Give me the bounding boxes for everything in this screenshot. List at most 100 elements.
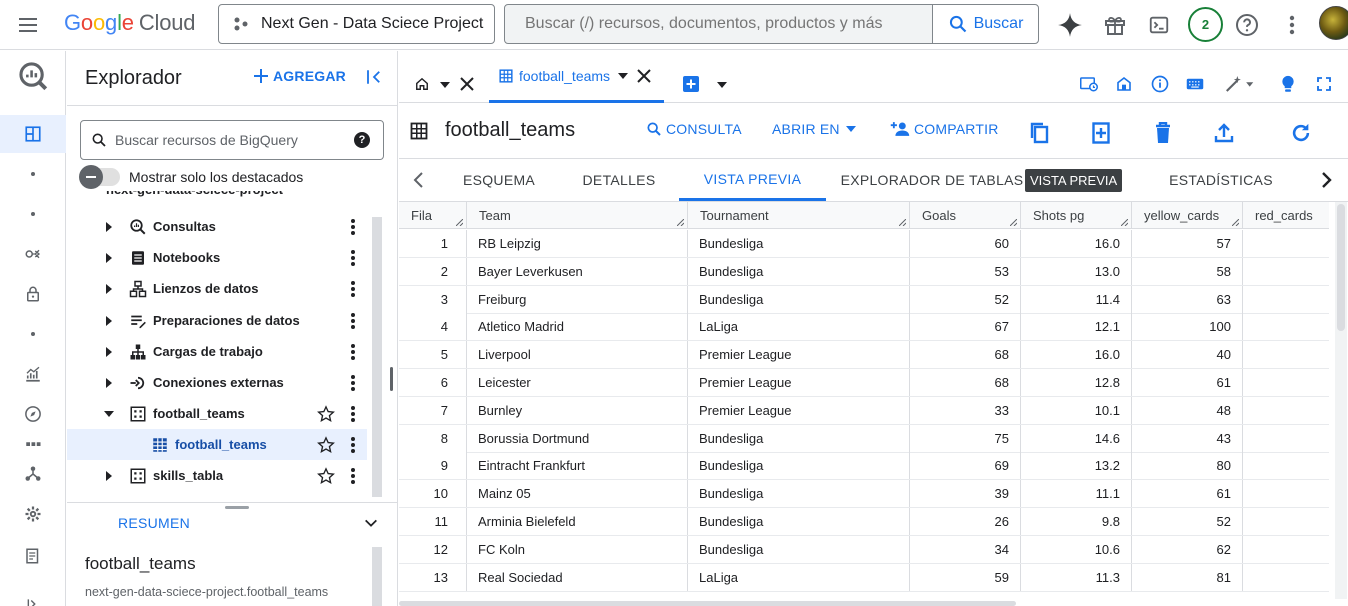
close-home-tab-icon[interactable]	[460, 77, 474, 91]
summary-scrollbar[interactable]	[372, 547, 382, 606]
share-button[interactable]: COMPARTIR	[890, 121, 999, 137]
table-cell-team[interactable]: RB Leipzig	[467, 230, 688, 257]
lightbulb-icon[interactable]	[1278, 74, 1298, 94]
snapshot-icon[interactable]	[1088, 120, 1114, 146]
table-cell-team[interactable]: Eintracht Frankfurt	[467, 452, 688, 480]
table-row[interactable]: 8 Borussia Dortmund Bundesliga 75 14.6 43	[399, 424, 1329, 453]
nav-dot[interactable]	[0, 155, 66, 193]
collapse-panel-icon[interactable]	[365, 68, 383, 86]
keyboard-icon[interactable]	[1185, 74, 1205, 94]
table-row[interactable]: 10 Mainz 05 Bundesliga 39 11.1 61	[399, 480, 1329, 509]
tab-explorador-de-tablas[interactable]: EXPLORADOR DE TABLAS	[841, 159, 1024, 201]
caret-right-icon[interactable]	[103, 315, 115, 327]
gemini-sparkle-icon[interactable]	[1056, 11, 1084, 39]
tab-resumen[interactable]: RESUMEN	[67, 503, 241, 543]
grid-icon[interactable]	[0, 431, 66, 453]
project-picker[interactable]: Next Gen - Data Sciece Project	[218, 4, 495, 44]
table-cell-yellow[interactable]: 58	[1132, 257, 1243, 285]
table-cell-empty[interactable]	[1243, 286, 1329, 313]
more-vert-icon[interactable]	[350, 249, 356, 267]
panel-resize-grip[interactable]	[390, 367, 393, 391]
copy-icon[interactable]	[1026, 120, 1052, 146]
table-cell-n[interactable]: 12	[399, 535, 467, 563]
more-vert-icon[interactable]	[350, 405, 356, 423]
cloud-shell-icon[interactable]	[1145, 11, 1173, 39]
table-cell-empty[interactable]	[1243, 480, 1329, 507]
tab-menu-icon[interactable]	[618, 72, 629, 79]
pipeline-icon[interactable]	[0, 235, 66, 273]
resize-grip-icon[interactable]	[456, 219, 463, 226]
menu-icon[interactable]	[16, 13, 40, 37]
table-vertical-scrollbar[interactable]	[1335, 202, 1347, 599]
table-cell-n[interactable]: 13	[399, 563, 467, 591]
table-cell-empty[interactable]	[1243, 313, 1329, 340]
caret-right-icon[interactable]	[103, 252, 115, 264]
table-cell-n[interactable]: 9	[399, 452, 467, 480]
home-dropdown-icon[interactable]	[440, 82, 450, 88]
table-cell-yellow[interactable]: 40	[1132, 341, 1243, 369]
table-cell-goals[interactable]: 69	[910, 452, 1021, 480]
magic-wand-icon[interactable]	[1222, 74, 1258, 94]
delete-icon[interactable]	[1150, 120, 1176, 146]
chevron-right-icon[interactable]	[1316, 170, 1336, 190]
new-tab-icon[interactable]	[683, 76, 699, 92]
table-cell-n[interactable]: 3	[399, 285, 467, 313]
tab-esquema[interactable]: ESQUEMA	[450, 159, 548, 201]
table-cell-shots[interactable]: 11.4	[1021, 285, 1132, 313]
info-icon[interactable]	[1150, 74, 1170, 94]
table-cell-shots[interactable]: 16.0	[1021, 230, 1132, 257]
table-cell-team[interactable]: Real Sociedad	[467, 563, 688, 591]
table-cell-n[interactable]: 5	[399, 341, 467, 369]
column-header[interactable]: yellow_cards	[1132, 202, 1243, 229]
new-tab-dropdown-icon[interactable]	[717, 82, 727, 88]
star-icon[interactable]	[317, 404, 335, 423]
table-cell-yellow[interactable]: 43	[1132, 424, 1243, 452]
table-cell-tournament[interactable]: Bundesliga	[688, 535, 910, 563]
table-cell-empty[interactable]	[1243, 564, 1329, 591]
table-cell-team[interactable]: Burnley	[467, 396, 688, 424]
search-button[interactable]: Buscar	[932, 5, 1038, 43]
table-cell-team[interactable]: Atletico Madrid	[467, 313, 688, 341]
star-icon[interactable]	[317, 435, 335, 454]
more-vert-icon[interactable]	[1278, 11, 1306, 39]
table-cell-n[interactable]: 1	[399, 230, 467, 257]
table-cell-yellow[interactable]: 100	[1132, 313, 1243, 341]
table-cell-goals[interactable]: 33	[910, 396, 1021, 424]
export-icon[interactable]	[1211, 120, 1237, 146]
expand-icon[interactable]	[0, 585, 66, 606]
table-cell-empty[interactable]	[1243, 397, 1329, 424]
table-cell-empty[interactable]	[1243, 452, 1329, 479]
resource-search-field[interactable]: Buscar recursos de BigQuery ?	[80, 120, 384, 160]
table-cell-tournament[interactable]: LaLiga	[688, 313, 910, 341]
tree-item-lienzos-de-datos[interactable]: Lienzos de datos	[67, 273, 367, 304]
release-notes-icon[interactable]	[0, 537, 66, 575]
column-header[interactable]: Fila	[399, 202, 467, 229]
table-row[interactable]: 9 Eintracht Frankfurt Bundesliga 69 13.2 80	[399, 452, 1329, 481]
tree-item-dataset-football-teams[interactable]: football_teams	[67, 398, 367, 429]
table-cell-goals[interactable]: 26	[910, 508, 1021, 535]
notifications-badge[interactable]: 2	[1188, 7, 1223, 42]
tab-vista-previa[interactable]: VISTA PREVIA	[679, 159, 826, 201]
table-cell-tournament[interactable]: Bundesliga	[688, 285, 910, 313]
table-cell-n[interactable]: 6	[399, 369, 467, 396]
table-cell-shots[interactable]: 10.6	[1021, 535, 1132, 563]
table-cell-shots[interactable]: 12.1	[1021, 313, 1132, 341]
table-cell-goals[interactable]: 39	[910, 480, 1021, 508]
table-cell-shots[interactable]: 16.0	[1021, 341, 1132, 369]
nav-dot[interactable]	[0, 315, 66, 353]
caret-right-icon[interactable]	[103, 377, 115, 389]
table-cell-empty[interactable]	[1243, 369, 1329, 396]
table-cell-empty[interactable]	[1243, 536, 1329, 563]
table-cell-yellow[interactable]: 80	[1132, 452, 1243, 480]
table-cell-shots[interactable]: 11.3	[1021, 563, 1132, 591]
analytics-icon[interactable]	[0, 355, 66, 393]
more-vert-icon[interactable]	[350, 436, 356, 454]
lock-icon[interactable]	[0, 275, 66, 313]
tree-item-preparaciones[interactable]: Preparaciones de datos	[67, 305, 367, 336]
table-cell-tournament[interactable]: Bundesliga	[688, 230, 910, 257]
star-icon[interactable]	[317, 466, 335, 485]
chevron-left-icon[interactable]	[409, 170, 429, 190]
table-row[interactable]: 3 Freiburg Bundesliga 52 11.4 63	[399, 285, 1329, 314]
more-vert-icon[interactable]	[350, 467, 356, 485]
resize-grip-icon[interactable]	[899, 219, 906, 226]
